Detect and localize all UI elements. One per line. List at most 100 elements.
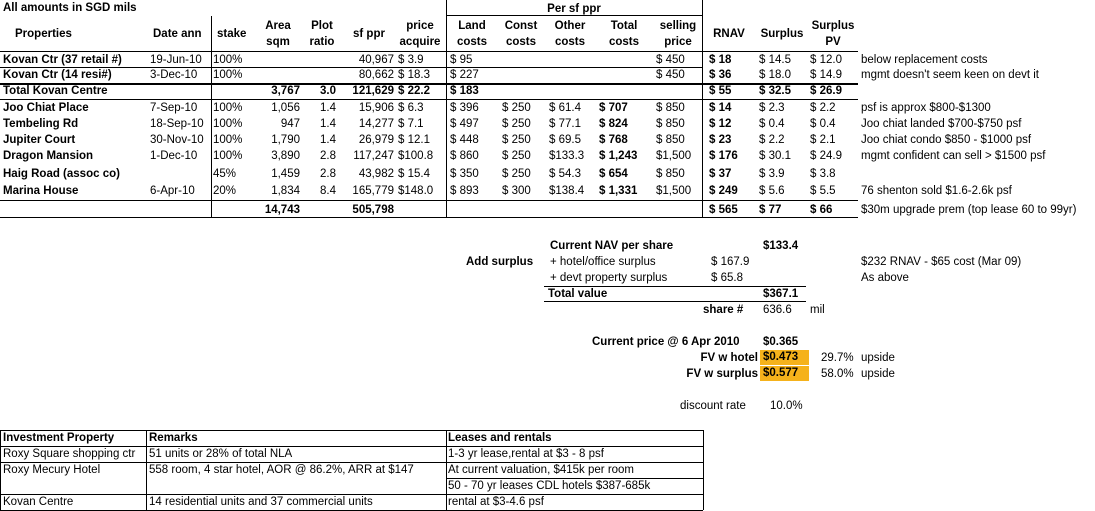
cell-selling: $ 850 [656, 118, 685, 130]
inv-header-leases: Leases and rentals [448, 432, 552, 444]
header-const-2: costs [505, 36, 537, 48]
cell-area: 1,056 [271, 102, 300, 114]
cell-rnav: $ 36 [709, 69, 732, 81]
inv-row-remarks: 51 units or 28% of total NLA [149, 448, 293, 460]
cell-selling: $ 850 [656, 102, 685, 114]
cell-const: $ 250 [502, 134, 531, 146]
cell-other: $138.4 [549, 185, 585, 197]
fv-hotel-upside: 29.7% [821, 352, 854, 364]
cell-land: $ 183 [450, 85, 479, 97]
cell-const: $ 250 [502, 150, 531, 162]
cell-total: $ 707 [599, 102, 628, 114]
header-price-1: price [406, 20, 434, 32]
cell-selling: $1,500 [656, 185, 692, 197]
discount-rate-value: 10.0% [770, 400, 803, 412]
cell-surplus: $ 32.5 [759, 85, 791, 97]
add-surplus-label: Add surplus [466, 256, 534, 268]
total-note: $30m upgrade prem (top lease 60 to 99yr) [861, 204, 1077, 216]
cell-stake: 100% [213, 118, 243, 130]
total-value-value: $367.1 [763, 288, 799, 300]
inv-row-leases: 1-3 yr lease,rental at $3 - 8 psf [448, 448, 604, 460]
header-plot-1: Plot [311, 20, 333, 32]
header-rnav: RNAV [713, 28, 745, 40]
header-properties: Properties [15, 28, 72, 40]
fv-surplus-label: FV w surplus [686, 368, 758, 380]
header-surplus: Surplus [760, 28, 804, 40]
header-other-1: Other [554, 20, 586, 32]
cell-rnav: $ 18 [709, 54, 732, 66]
inv-row-remarks: 558 room, 4 star hotel, AOR @ 86.2%, ARR… [149, 464, 414, 476]
cell-other: $133.3 [549, 150, 585, 162]
cell-price: $100.8 [398, 150, 434, 162]
cell-stake: 100% [213, 54, 243, 66]
cell-area: 1,834 [271, 185, 300, 197]
cell-plot: 2.8 [320, 150, 336, 162]
devt-surplus-note: As above [861, 272, 909, 284]
current-price-label: Current price @ 6 Apr 2010 [592, 336, 740, 348]
inv-row-leases: 50 - 70 yr leases CDL hotels $387-685k [448, 480, 651, 492]
cell-stake: 100% [213, 150, 243, 162]
cell-selling: $ 450 [656, 69, 685, 81]
cell-other: $ 54.3 [549, 168, 581, 180]
current-nav-value: $133.4 [763, 240, 799, 252]
cell-pv: $ 14.9 [810, 69, 842, 81]
cell-date: 18-Sep-10 [150, 118, 204, 130]
cell-date: 7-Sep-10 [150, 102, 198, 114]
inv-row-name: Kovan Centre [3, 496, 74, 508]
cell-total: $ 824 [599, 118, 628, 130]
cell-price: $ 12.1 [398, 134, 430, 146]
cell-date: 3-Dec-10 [150, 69, 198, 81]
header-other-2: costs [554, 36, 586, 48]
fv-surplus-upside: 58.0% [821, 368, 854, 380]
cell-surplus: $ 3.9 [759, 168, 785, 180]
cell-stake: 100% [213, 102, 243, 114]
cell-sfppr: 80,662 [358, 69, 394, 81]
total-pv: $ 66 [810, 204, 833, 216]
cell-other: $ 77.1 [549, 118, 581, 130]
cell-rnav: $ 12 [709, 118, 732, 130]
cell-note: mgmt doesn't seem keen on devt it [861, 69, 1039, 81]
cell-sfppr: 14,277 [358, 118, 394, 130]
cell-date: 6-Apr-10 [150, 185, 195, 197]
cell-name: Kovan Ctr (37 retail #) [3, 54, 122, 66]
cell-name: Haig Road (assoc co) [3, 168, 120, 180]
cell-date: 30-Nov-10 [150, 134, 204, 146]
cell-name: Jupiter Court [3, 134, 76, 146]
cell-price: $148.0 [398, 185, 434, 197]
cell-name: Tembeling Rd [3, 118, 79, 130]
cell-const: $ 250 [502, 168, 531, 180]
cell-price: $ 15.4 [398, 168, 430, 180]
cell-surplus: $ 18.0 [759, 69, 791, 81]
total-value-label: Total value [548, 288, 608, 300]
cell-selling: $ 450 [656, 54, 685, 66]
fv-hotel-value: $0.473 [760, 350, 809, 365]
cell-selling: $ 850 [656, 168, 685, 180]
current-nav-label: Current NAV per share [550, 240, 674, 252]
cell-pv: $ 2.1 [810, 134, 836, 146]
cell-price: $ 7.1 [398, 118, 424, 130]
cell-pv: $ 5.5 [810, 185, 836, 197]
cell-price: $ 18.3 [398, 69, 430, 81]
cell-land: $ 396 [450, 102, 479, 114]
cell-pv: $ 0.4 [810, 118, 836, 130]
cell-note: Joo chiat condo $850 - $1000 psf [861, 134, 1032, 146]
cell-sfppr: 26,979 [358, 134, 394, 146]
per-sf-header: Per sf ppr [547, 3, 601, 15]
cell-sfppr: 43,982 [358, 168, 394, 180]
cell-total: $ 768 [599, 134, 628, 146]
cell-selling: $1,500 [656, 150, 692, 162]
cell-plot: 2.8 [320, 168, 336, 180]
cell-land: $ 350 [450, 168, 479, 180]
cell-name: Total Kovan Centre [3, 85, 108, 97]
hotel-surplus-note: $232 RNAV - $65 cost (Mar 09) [861, 256, 1022, 268]
cell-pv: $ 3.8 [810, 168, 836, 180]
share-label: share # [703, 304, 744, 316]
cell-land: $ 448 [450, 134, 479, 146]
cell-stake: 100% [213, 69, 243, 81]
cell-name: Dragon Mansion [3, 150, 94, 162]
header-total-1: Total [610, 20, 638, 32]
header-const-1: Const [504, 20, 538, 32]
sheet-title: All amounts in SGD mils [3, 2, 137, 14]
cell-total: $ 654 [599, 168, 628, 180]
cell-name: Kovan Ctr (14 resi#) [3, 69, 112, 81]
